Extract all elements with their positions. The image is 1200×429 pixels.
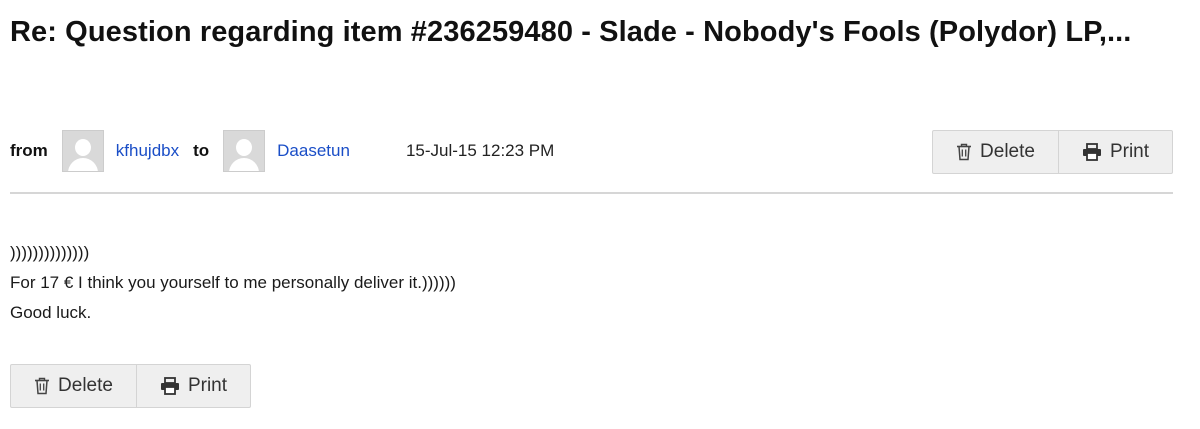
delete-button-label: Delete (58, 375, 113, 396)
print-button[interactable]: Print (1059, 130, 1173, 174)
delete-button[interactable]: Delete (932, 130, 1059, 174)
message-body: )))))))))))))) For 17 € I think you your… (10, 238, 456, 328)
body-line: Good luck. (10, 303, 92, 322)
delete-button[interactable]: Delete (10, 364, 137, 408)
delete-button-label: Delete (980, 141, 1035, 162)
bottom-action-buttons: Delete Print (10, 364, 251, 408)
printer-icon (1082, 143, 1102, 161)
to-label: to (193, 141, 210, 160)
printer-icon (160, 377, 180, 395)
sender-avatar-icon (61, 130, 104, 172)
body-line: For 17 € I think you yourself to me pers… (10, 273, 456, 292)
top-action-buttons: Delete Print (932, 130, 1173, 174)
body-line: )))))))))))))) (10, 243, 90, 262)
header-divider (10, 192, 1173, 194)
print-button[interactable]: Print (137, 364, 251, 408)
trash-icon (34, 377, 50, 395)
message-timestamp: 15-Jul-15 12:23 PM (405, 141, 555, 160)
recipient-link[interactable]: Daasetun (277, 141, 350, 161)
message-header: from kfhujdbx to Daasetun 15-Jul-15 12:2… (10, 129, 554, 173)
message-subject: Re: Question regarding item #236259480 -… (10, 16, 1132, 48)
print-button-label: Print (187, 375, 228, 396)
trash-icon (956, 143, 972, 161)
from-label: from (10, 141, 48, 160)
recipient-avatar-icon (223, 130, 266, 172)
sender-link[interactable]: kfhujdbx (116, 141, 179, 161)
print-button-label: Print (1109, 141, 1150, 162)
